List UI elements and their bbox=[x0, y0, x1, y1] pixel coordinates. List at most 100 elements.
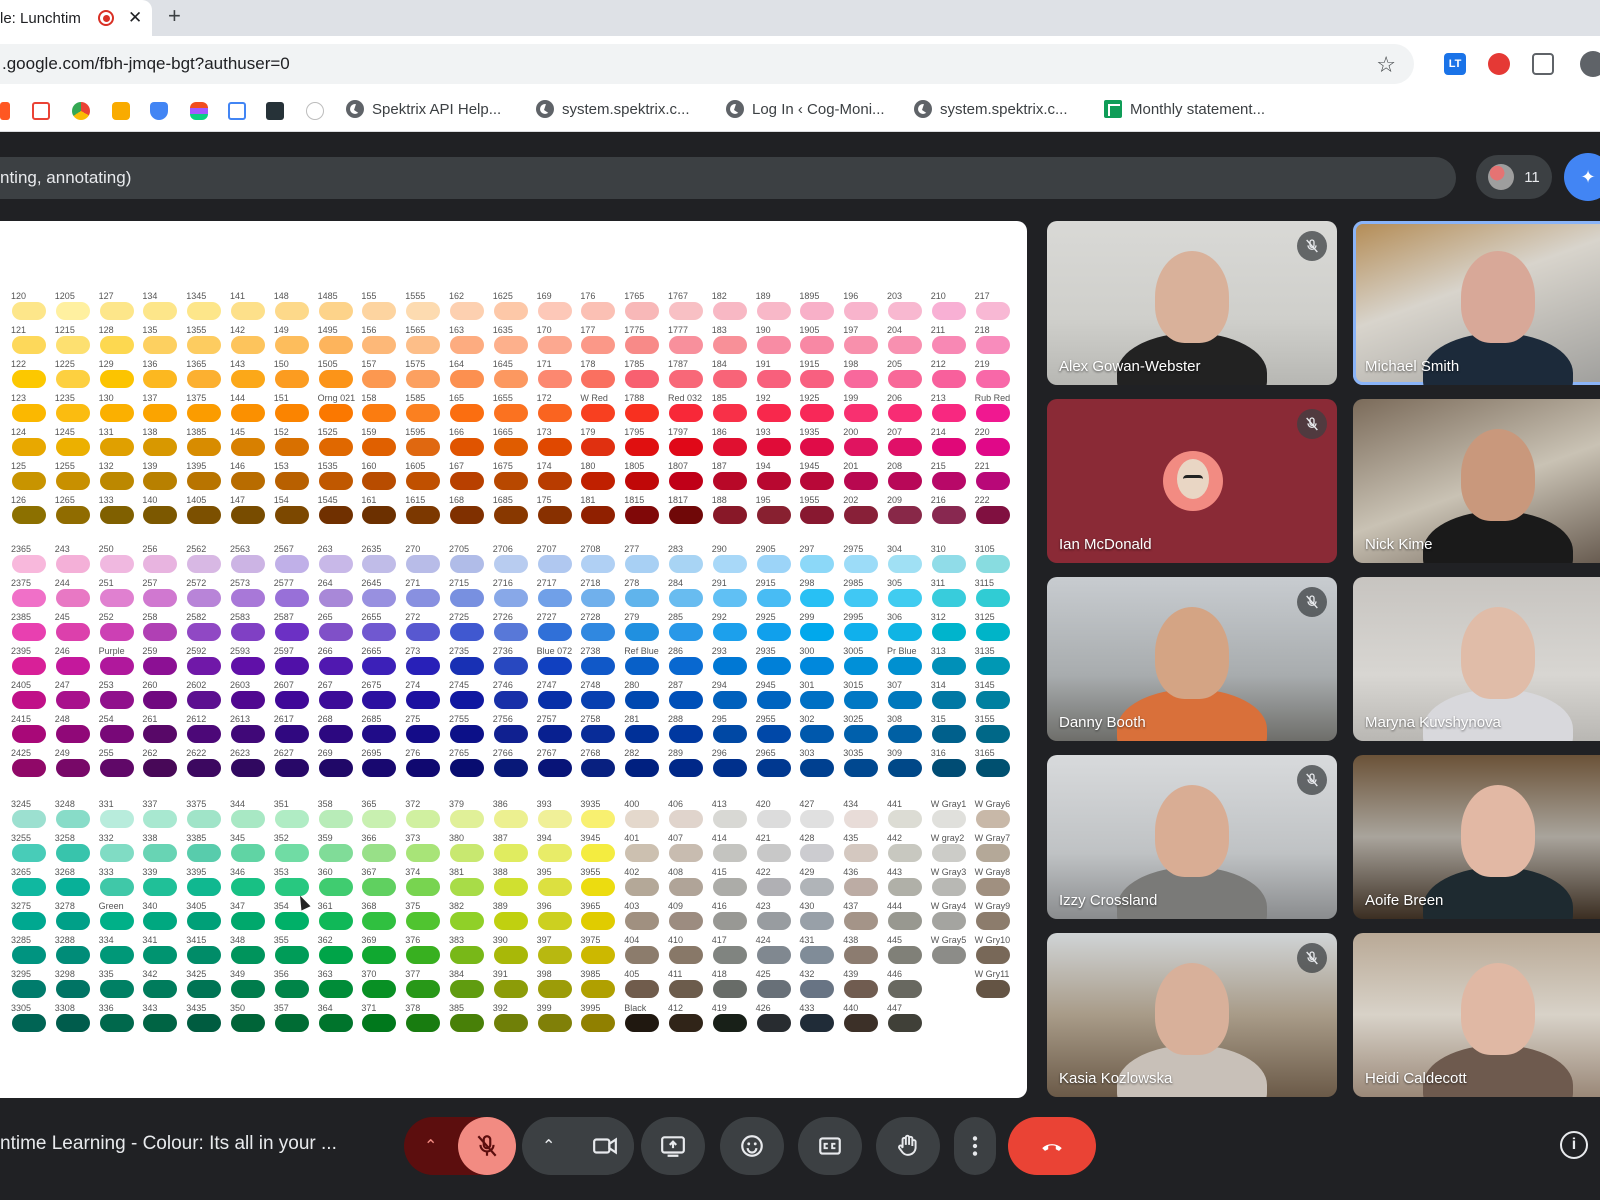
browser-tab-active[interactable]: le: Lunchtim ✕ bbox=[0, 0, 152, 36]
color-swatch bbox=[931, 878, 966, 896]
participant-tile[interactable]: Kasia Kozlowska bbox=[1047, 933, 1337, 1097]
swatch-label: 166 bbox=[449, 427, 465, 437]
color-swatch bbox=[975, 302, 1010, 320]
participant-tile[interactable]: Heidi Caldecott bbox=[1353, 933, 1600, 1097]
color-swatch bbox=[844, 302, 879, 320]
chrome-icon[interactable] bbox=[72, 102, 90, 120]
people-icon bbox=[1488, 164, 1515, 190]
color-swatch bbox=[712, 506, 747, 524]
meeting-info-icon[interactable]: i bbox=[1560, 1131, 1588, 1159]
mic-options-chevron-icon[interactable]: ⌃ bbox=[424, 1136, 437, 1156]
color-swatch bbox=[537, 438, 572, 456]
meeting-title: ntime Learning - Colour: Its all in your… bbox=[0, 1133, 337, 1154]
participant-tile[interactable]: Aoife Breen bbox=[1353, 755, 1600, 919]
swatch-label: Blue 072 bbox=[536, 646, 573, 656]
swatch-label: 198 bbox=[843, 359, 859, 369]
color-swatch bbox=[231, 472, 265, 490]
color-swatch bbox=[55, 759, 90, 777]
camera-options-chevron-icon[interactable]: ⌃ bbox=[542, 1136, 555, 1156]
swatch-label: 2705 bbox=[449, 544, 470, 554]
participant-name: Maryna Kuvshynova bbox=[1365, 714, 1501, 731]
calendar-icon[interactable] bbox=[228, 102, 246, 120]
participant-tile[interactable]: Nick Kime bbox=[1353, 399, 1600, 563]
swatch-label: 314 bbox=[930, 680, 946, 690]
bookmark-app-icon[interactable] bbox=[0, 102, 10, 120]
bookmark-cog-moni[interactable]: Log In ‹ Cog-Moni... bbox=[726, 100, 885, 118]
bookmark-spektrix-system-2[interactable]: system.spektrix.c... bbox=[914, 100, 1068, 118]
swatch-label: 206 bbox=[887, 393, 903, 403]
color-swatch bbox=[187, 404, 222, 422]
color-swatch bbox=[712, 472, 747, 490]
color-swatch bbox=[450, 336, 484, 354]
bookmark-spektrix-system[interactable]: system.spektrix.c... bbox=[536, 100, 690, 118]
swatch-label: 1245 bbox=[54, 427, 75, 437]
reactions-button[interactable] bbox=[720, 1117, 784, 1175]
color-swatch bbox=[800, 370, 835, 388]
lc-app-icon[interactable] bbox=[266, 102, 284, 120]
participant-tile[interactable]: Alex Gowan-Webster bbox=[1047, 221, 1337, 385]
bookmark-monthly-statement[interactable]: Monthly statement... bbox=[1104, 100, 1265, 118]
bookmark-star-icon[interactable]: ☆ bbox=[1376, 52, 1396, 78]
color-swatch bbox=[931, 302, 966, 320]
figma-icon[interactable] bbox=[190, 102, 208, 120]
shield-icon[interactable] bbox=[150, 102, 168, 120]
raise-hand-button[interactable] bbox=[876, 1117, 940, 1175]
color-swatch bbox=[975, 946, 1010, 964]
swatch-label: 2365 bbox=[11, 544, 32, 554]
address-bar: .google.com/fbh-jmqe-bgt?authuser=0 ☆ bbox=[0, 36, 1600, 92]
color-swatch bbox=[231, 912, 265, 930]
color-swatch bbox=[975, 844, 1010, 862]
color-swatch bbox=[231, 980, 265, 998]
participant-tile[interactable]: Danny Booth bbox=[1047, 577, 1337, 741]
participant-head bbox=[1461, 963, 1535, 1055]
swatch-label: 2415 bbox=[11, 714, 32, 724]
color-swatch bbox=[99, 844, 134, 862]
color-swatch bbox=[318, 759, 353, 777]
present-screen-button[interactable] bbox=[641, 1117, 705, 1175]
swatch-label: 383 bbox=[449, 935, 465, 945]
swatch-label: 431 bbox=[799, 935, 815, 945]
swatch-label: 284 bbox=[668, 578, 684, 588]
swatch-label: 181 bbox=[580, 495, 596, 505]
color-swatch bbox=[800, 1014, 835, 1032]
gemini-icon[interactable]: ✦ bbox=[1564, 153, 1600, 201]
languagetool-extension-icon[interactable]: LT bbox=[1444, 53, 1466, 75]
camera-toggle-button[interactable] bbox=[576, 1117, 634, 1175]
url-field[interactable]: .google.com/fbh-jmqe-bgt?authuser=0 ☆ bbox=[0, 44, 1414, 84]
extensions-puzzle-icon[interactable] bbox=[1532, 53, 1554, 75]
gmail-icon[interactable] bbox=[32, 102, 50, 120]
color-swatch bbox=[800, 404, 835, 422]
participant-tile[interactable]: Michael Smith bbox=[1353, 221, 1600, 385]
color-swatch bbox=[712, 336, 747, 354]
swatch-label: 144 bbox=[230, 393, 246, 403]
mic-toggle-button[interactable] bbox=[458, 1117, 516, 1175]
hand-icon[interactable] bbox=[306, 102, 324, 120]
participant-tile[interactable]: Izzy Crossland bbox=[1047, 755, 1337, 919]
participant-tile[interactable]: Ian McDonald bbox=[1047, 399, 1337, 563]
swatch-label: 3395 bbox=[186, 867, 207, 877]
new-tab-icon[interactable]: + bbox=[168, 3, 181, 29]
bookmark-label: system.spektrix.c... bbox=[562, 100, 690, 118]
participants-button[interactable]: 11 bbox=[1476, 155, 1552, 199]
participant-tile[interactable]: Maryna Kuvshynova bbox=[1353, 577, 1600, 741]
extension-icon[interactable] bbox=[1488, 53, 1510, 75]
tab-close-icon[interactable]: ✕ bbox=[128, 8, 142, 28]
swatch-label: 285 bbox=[668, 612, 684, 622]
color-swatch bbox=[143, 589, 178, 607]
bookmark-label: Monthly statement... bbox=[1130, 100, 1266, 118]
swatch-label: 2716 bbox=[492, 578, 513, 588]
captions-button[interactable] bbox=[798, 1117, 862, 1175]
color-swatch bbox=[888, 336, 922, 354]
lock-app-icon[interactable] bbox=[112, 102, 130, 120]
swatch-label: 2738 bbox=[580, 646, 601, 656]
leave-call-button[interactable] bbox=[1008, 1117, 1096, 1175]
color-swatch bbox=[537, 844, 572, 862]
color-swatch bbox=[362, 623, 397, 641]
more-options-button[interactable] bbox=[954, 1117, 996, 1175]
color-swatch bbox=[55, 623, 90, 641]
color-swatch bbox=[669, 844, 703, 862]
color-swatch bbox=[55, 980, 90, 998]
profile-avatar-icon[interactable] bbox=[1580, 51, 1600, 77]
bookmark-spektrix-api[interactable]: Spektrix API Help... bbox=[346, 100, 501, 118]
color-swatch bbox=[756, 759, 791, 777]
